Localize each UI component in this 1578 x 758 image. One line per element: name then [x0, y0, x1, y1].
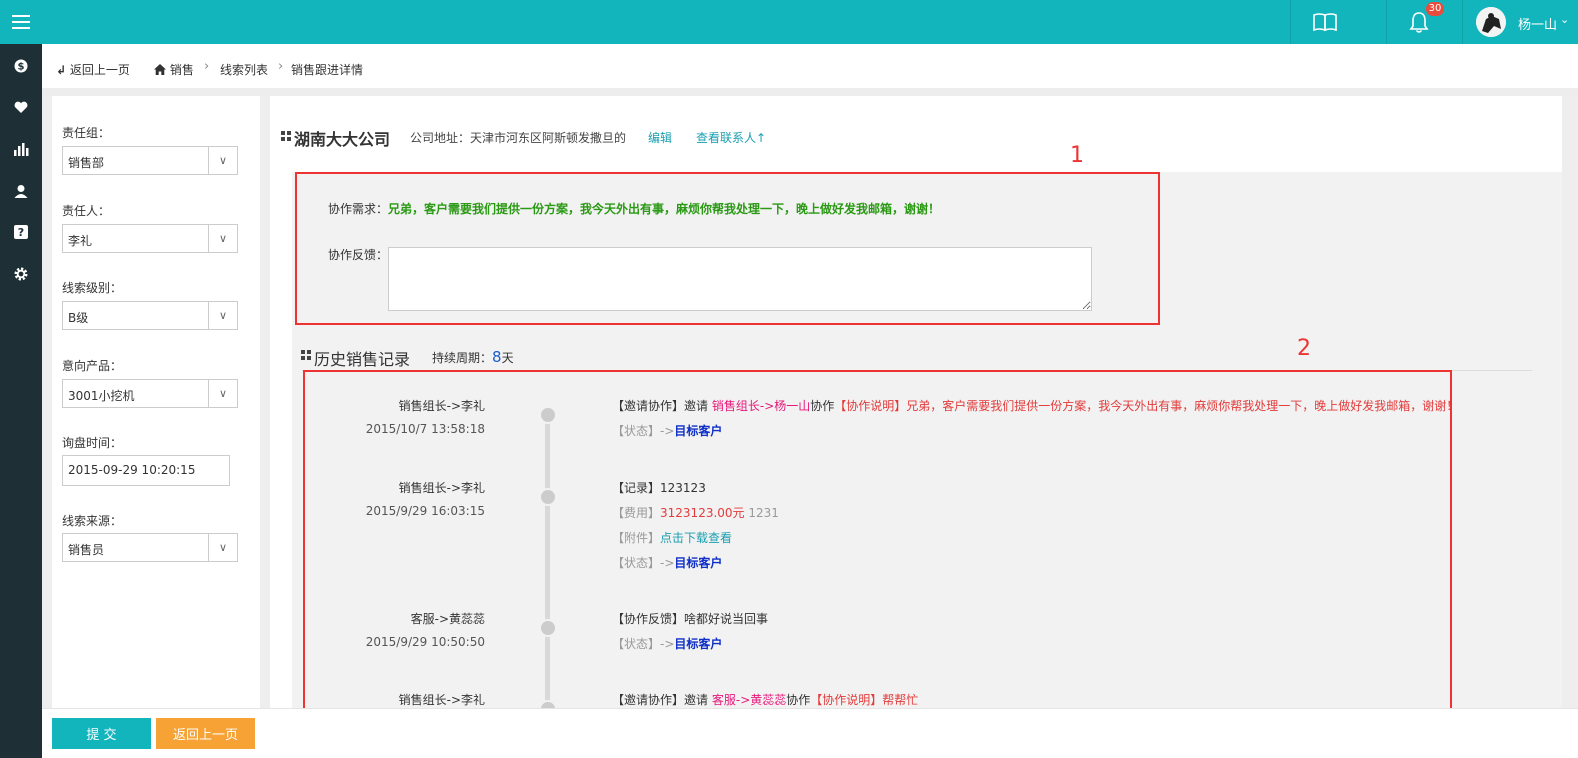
- event-time: 2015/9/29 16:03:15: [365, 504, 485, 518]
- chevron-down-icon: ∨: [208, 225, 237, 252]
- company-address: 公司地址：天津市河东区阿斯顿发撒旦的: [410, 131, 627, 145]
- gear-icon[interactable]: [0, 260, 42, 288]
- group-select[interactable]: 销售部 ∨: [62, 146, 238, 175]
- feedback-textarea[interactable]: [388, 247, 1092, 311]
- event-description: 【邀请协作】邀请 客服->黄蕊蕊协作【协作说明】帮帮忙: [612, 693, 919, 707]
- feedback-label: 协作反馈：: [328, 248, 389, 262]
- chevron-down-icon: ∨: [208, 147, 237, 174]
- timeline-dot: [539, 488, 557, 506]
- dollar-icon[interactable]: $: [0, 52, 42, 80]
- inquiry-time-label: 询盘时间：: [62, 436, 123, 450]
- edit-link[interactable]: 编辑: [648, 129, 672, 146]
- heart-icon[interactable]: [0, 93, 42, 121]
- bell-icon[interactable]: [1408, 10, 1430, 34]
- event-actor: 客服->黄蕊蕊: [410, 612, 485, 626]
- avatar[interactable]: [1476, 7, 1506, 37]
- back-button[interactable]: 返回上一页: [156, 718, 255, 749]
- product-label: 意向产品：: [62, 359, 123, 373]
- breadcrumb-current: 销售跟进详情: [291, 63, 364, 77]
- bottom-action-bar: 提 交 返回上一页: [42, 708, 1578, 758]
- chevron-down-icon[interactable]: ⌄: [1560, 13, 1569, 26]
- help-icon[interactable]: ?: [0, 218, 42, 246]
- event-actor: 销售组长->李礼: [398, 481, 485, 495]
- source-select[interactable]: 销售员 ∨: [62, 533, 238, 562]
- collab-need: 协作需求：兄弟，客户需要我们提供一份方案，我今天外出有事，麻烦你帮我处理一下，晚…: [328, 202, 941, 216]
- event-time: 2015/9/29 10:50:50: [365, 635, 485, 649]
- svg-text:?: ?: [18, 226, 24, 239]
- breadcrumb-separator: ›: [278, 59, 284, 74]
- breadcrumb-home[interactable]: 销售: [154, 61, 194, 78]
- level-select[interactable]: B级 ∨: [62, 301, 238, 330]
- annotation-label-1: 1: [1070, 143, 1084, 168]
- timeline-dot: [539, 406, 557, 424]
- level-label: 线索级别：: [62, 281, 123, 295]
- owner-select[interactable]: 李礼 ∨: [62, 224, 238, 253]
- divider-band: [42, 88, 1578, 96]
- collab-need-text: 兄弟，客户需要我们提供一份方案，我今天外出有事，麻烦你帮我处理一下，晚上做好发我…: [388, 202, 941, 216]
- download-link[interactable]: 点击下载查看: [660, 531, 732, 545]
- notification-badge: 30: [1426, 2, 1444, 16]
- event-attachment: 【附件】点击下载查看: [612, 531, 733, 545]
- event-actor: 销售组长->李礼: [398, 693, 485, 707]
- event-time: 2015/10/7 13:58:18: [365, 422, 485, 436]
- submit-button[interactable]: 提 交: [52, 718, 151, 749]
- home-icon: [154, 64, 166, 75]
- event-actor: 销售组长->李礼: [398, 399, 485, 413]
- bar-chart-icon[interactable]: [0, 135, 42, 163]
- company-name: 湖南大大公司: [294, 130, 391, 149]
- chevron-down-icon: ∨: [208, 302, 237, 329]
- menu-icon[interactable]: [0, 0, 42, 44]
- history-title: 历史销售记录: [314, 350, 411, 369]
- book-icon[interactable]: [1312, 12, 1338, 32]
- timeline-bar: [545, 412, 550, 712]
- return-arrow-icon: ↲: [56, 63, 67, 77]
- product-select[interactable]: 3001小挖机 ∨: [62, 379, 238, 408]
- grid-icon: [301, 350, 311, 360]
- view-contacts-link[interactable]: 查看联系人↑: [696, 129, 766, 146]
- back-link[interactable]: ↲ 返回上一页: [56, 61, 130, 78]
- event-fee: 【费用】3123123.00元 1231: [612, 506, 779, 520]
- timeline-dot: [539, 619, 557, 637]
- inquiry-time-field[interactable]: 2015-09-29 10:20:15: [62, 455, 230, 486]
- user-name[interactable]: 杨一山: [1518, 14, 1557, 33]
- event-description: 【记录】123123: [612, 481, 706, 495]
- breadcrumb-item[interactable]: 线索列表: [220, 61, 268, 78]
- filter-panel: 责任组： 销售部 ∨ 责任人： 李礼 ∨ 线索级别： B级 ∨ 意向产品： 30…: [52, 96, 261, 708]
- group-label: 责任组：: [62, 126, 111, 140]
- annotation-label-2: 2: [1297, 336, 1311, 361]
- main-panel: 湖南大大公司 公司地址：天津市河东区阿斯顿发撒旦的 编辑 查看联系人↑ 1 协作…: [270, 96, 1562, 718]
- history-period: 持续周期：8天: [432, 348, 514, 366]
- svg-text:$: $: [18, 62, 25, 73]
- grid-icon: [281, 131, 291, 141]
- owner-label: 责任人：: [62, 204, 111, 218]
- breadcrumb: ↲ 返回上一页 销售 › 线索列表 › 销售跟进详情: [42, 44, 1578, 88]
- left-icon-rail: $ ?: [0, 0, 42, 758]
- chevron-down-icon: ∨: [208, 534, 237, 561]
- top-bar: 30 杨一山 ⌄: [42, 0, 1578, 44]
- source-label: 线索来源：: [62, 514, 123, 528]
- event-state: 【状态】->目标客户: [612, 637, 723, 651]
- event-state: 【状态】->目标客户: [612, 424, 723, 438]
- chevron-down-icon: ∨: [208, 380, 237, 407]
- event-state: 【状态】->目标客户: [612, 556, 723, 570]
- event-description: 【协作反馈】啥都好说当回事: [612, 612, 769, 626]
- breadcrumb-separator: ›: [204, 59, 210, 74]
- user-icon[interactable]: [0, 177, 42, 205]
- event-description: 【邀请协作】邀请 销售组长->杨一山协作【协作说明】兄弟，客户需要我们提供一份方…: [612, 399, 1459, 413]
